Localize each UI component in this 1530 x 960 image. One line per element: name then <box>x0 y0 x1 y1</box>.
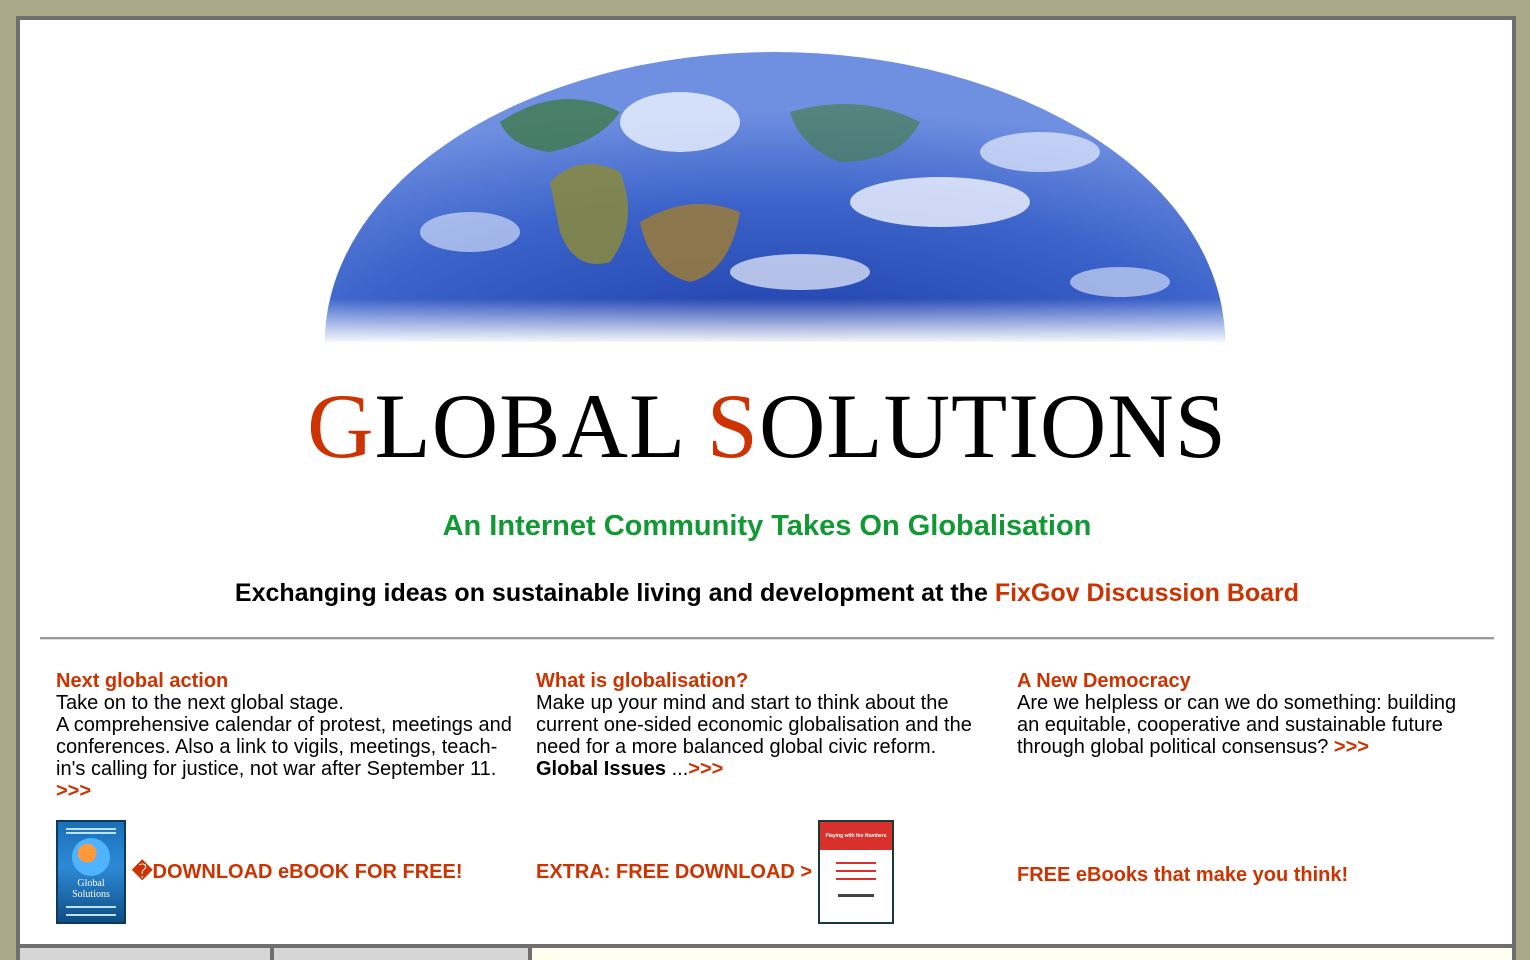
column-new-democracy: A New Democracy Are we helpless or can w… <box>1017 670 1477 758</box>
page-frame: GLOBAL SOLUTIONS An Internet Community T… <box>16 16 1516 960</box>
divider <box>40 637 1494 640</box>
what-is-globalisation-link[interactable]: What is globalisation? <box>536 670 996 692</box>
download-ebook-link[interactable]: �DOWNLOAD eBOOK FOR FREE! <box>132 861 463 883</box>
playing-with-numbers-book-cover[interactable]: Playing with the Numbers <box>818 820 894 924</box>
tagline: An Internet Community Takes On Globalisa… <box>442 510 1092 542</box>
fixgov-discussion-board-link[interactable]: FixGov Discussion Board <box>995 579 1299 607</box>
global-issues-link[interactable]: Global Issues <box>536 758 666 780</box>
exchange-line: Exchanging ideas on sustainable living a… <box>20 578 1512 608</box>
more-link-global-issues[interactable]: >>> <box>688 758 723 780</box>
cover-line <box>66 832 116 834</box>
cover-line <box>66 828 116 830</box>
bottom-tab-2[interactable] <box>274 948 532 960</box>
new-democracy-link[interactable]: A New Democracy <box>1017 670 1477 692</box>
column-1-body: A comprehensive calendar of protest, mee… <box>56 714 512 780</box>
exchange-text: Exchanging ideas on sustainable living a… <box>234 579 988 607</box>
earth-globe-image <box>325 52 1225 342</box>
title-initial-s: S <box>706 375 759 477</box>
column-3-body: Are we helpless or can we do something: … <box>1017 692 1457 758</box>
cover-line <box>836 878 876 880</box>
book-cover-title: Global Solutions <box>72 878 110 900</box>
column-what-is-globalisation: What is globalisation? Make up your mind… <box>536 670 996 780</box>
column-1-intro: Take on to the next global stage. <box>56 692 344 714</box>
title-initial-g: G <box>307 375 375 477</box>
more-link-new-democracy[interactable]: >>> <box>1334 736 1369 758</box>
cover-line <box>66 906 116 908</box>
cover-line <box>836 862 876 864</box>
next-global-action-link[interactable]: Next global action <box>56 670 516 692</box>
book-cover-title: Playing with the Numbers <box>820 822 892 850</box>
more-link-next-global-action[interactable]: >>> <box>56 780 91 802</box>
cover-line <box>836 870 876 872</box>
cover-author-line <box>838 894 874 897</box>
site-title: GLOBAL SOLUTIONS <box>20 375 1512 477</box>
global-solutions-book-cover[interactable]: Global Solutions <box>56 820 126 924</box>
globe-icon <box>72 838 110 876</box>
title-word-lobal: LOBAL <box>374 375 683 477</box>
bottom-navigation-bar <box>20 944 1512 960</box>
column-next-global-action: Next global action Take on to the next g… <box>56 670 516 802</box>
column-2-links: Global Issues ...>>> <box>536 758 996 780</box>
bottom-panel <box>532 948 1512 960</box>
title-word-olutions: OLUTIONS <box>758 375 1227 477</box>
free-ebooks-link[interactable]: FREE eBooks that make you think! <box>1017 864 1348 886</box>
bottom-tab-1[interactable] <box>20 948 274 960</box>
column-2-body: Make up your mind and start to think abo… <box>536 692 972 758</box>
extra-free-download-link[interactable]: EXTRA: FREE DOWNLOAD > <box>536 861 812 883</box>
ellipsis: ... <box>666 758 689 780</box>
cover-line <box>66 914 116 916</box>
